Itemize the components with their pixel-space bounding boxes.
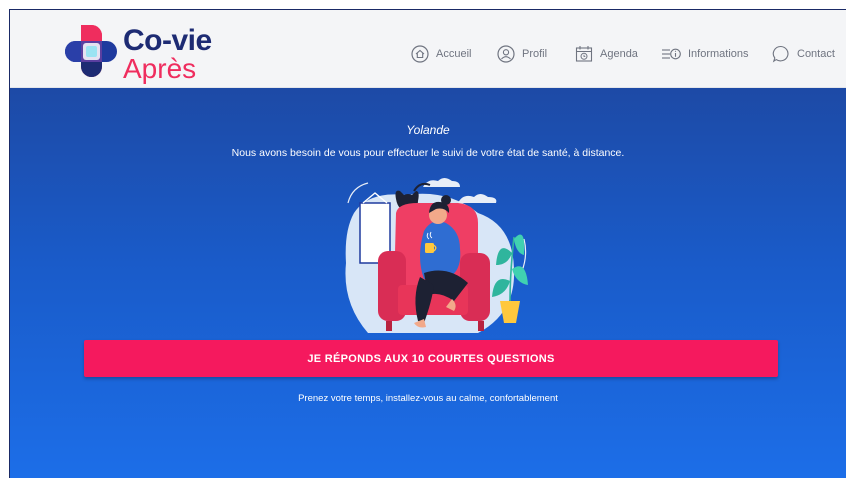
nav-item-label: Agenda: [600, 48, 638, 60]
nav-item-accueil[interactable]: Accueil: [411, 43, 471, 65]
nav-item-agenda[interactable]: Agenda: [575, 43, 638, 65]
nav-item-label: Accueil: [436, 48, 472, 60]
nav-item-label: Contact: [797, 48, 835, 60]
nav-item-label: Profil: [522, 48, 548, 60]
medical-cross-logo-icon: [65, 25, 117, 77]
app-frame: Co-vie Après Accueil Profil Agenda Infor…: [9, 9, 846, 478]
brand-wordmark: Co-vie Après: [123, 26, 212, 83]
user-name: Yolande: [406, 123, 450, 137]
nav-item-contact[interactable]: Contact: [772, 43, 835, 65]
nav-item-profil[interactable]: Profil: [497, 43, 547, 65]
nav-item-informations[interactable]: Informations: [661, 43, 749, 65]
intro-text: Nous avons besoin de vous pour effectuer…: [231, 147, 625, 159]
info-list-icon: [662, 48, 681, 60]
user-icon: [497, 45, 515, 63]
calendar-icon: [575, 46, 593, 62]
nav-item-label: Informations: [688, 48, 749, 60]
chat-bubble-icon: [772, 45, 789, 63]
brand-logo[interactable]: Co-vie Après: [61, 23, 221, 83]
main-panel: Yolande Nous avons besoin de vous pour e…: [10, 88, 846, 478]
woman-armchair-illustration: [345, 178, 528, 333]
brand-name-line2: Après: [123, 53, 197, 84]
brand-name-line1: Co-vie: [123, 24, 212, 57]
top-header: Co-vie Après Accueil Profil Agenda Infor…: [10, 10, 846, 88]
home-icon: [411, 45, 429, 63]
hint-text: Prenez votre temps, installez-vous au ca…: [298, 393, 558, 404]
start-questionnaire-button[interactable]: JE RÉPONDS AUX 10 COURTES QUESTIONS: [84, 340, 778, 377]
